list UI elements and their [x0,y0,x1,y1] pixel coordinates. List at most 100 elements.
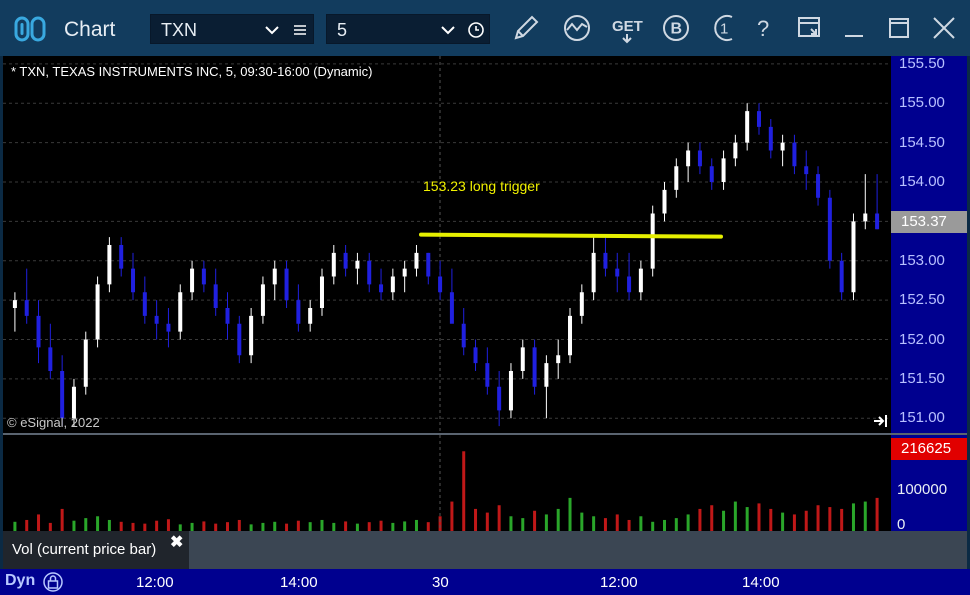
close-icon[interactable] [928,12,960,44]
candle-body [355,260,360,269]
window-title: Chart [64,18,116,41]
volume-bar [568,497,572,531]
indicator-strip: Vol (current price bar) ✖ [3,531,967,569]
volume-bar [733,501,737,531]
volume-bar [296,520,300,531]
volume-bar [273,521,277,531]
candle-body [827,197,832,261]
volume-bar [816,505,820,531]
volume-bar [722,510,726,531]
candle-body [237,323,242,356]
volume-bar [332,522,336,531]
trigger-line [419,232,723,239]
menu-icon[interactable] [291,21,309,39]
candle-body [414,252,419,269]
dyn-label[interactable]: Dyn [5,572,35,590]
interval-value[interactable]: 5 [337,20,347,41]
price-axis[interactable]: 155.50155.00154.50154.00153.50153.00152.… [891,54,967,434]
symbol-input[interactable]: TXN [150,14,314,44]
volume-bar [438,516,442,531]
volume-bar [202,521,206,531]
candle-body [556,355,561,364]
interval-input[interactable]: 5 [326,14,490,44]
volume-bar [450,501,454,531]
candle-body [249,315,254,356]
candle-body [568,315,573,356]
candle-body [107,245,112,285]
volume-bar [344,521,348,531]
time-tick-label: 30 [432,574,449,591]
volume-bar [592,516,596,531]
volume-bar [72,520,76,531]
volume-bar [651,521,655,531]
volume-bar [143,523,147,531]
volume-bar [403,521,407,531]
candle-body [851,221,856,293]
time-axis[interactable]: Dyn 12:00 14:00 30 12:00 14:00 [0,569,970,595]
candle-body [166,323,171,332]
volume-chart[interactable] [3,435,891,531]
candle-body [367,260,372,285]
get-icon[interactable]: GET [611,12,643,44]
pencil-icon[interactable] [510,12,542,44]
candle-body [627,276,632,293]
price-chart[interactable]: * TXN, TEXAS INSTRUMENTS INC, 5, 09:30-1… [3,56,891,434]
candle-body [603,252,608,269]
price-tick-label: 155.50 [899,54,945,72]
volume-bar [320,519,324,531]
volume-bar [556,508,560,531]
volume-bar [107,519,111,531]
symbol-value[interactable]: TXN [161,20,197,41]
indicator-legend[interactable]: Vol (current price bar) ✖ [3,531,189,569]
volume-bar [414,519,418,531]
logo-icon [14,16,46,42]
volume-plot[interactable] [3,435,891,531]
candle-body [426,252,431,277]
candle-body [709,166,714,182]
volume-bar [792,514,796,531]
volume-axis[interactable]: 216625 100000 0 [891,435,967,533]
candle-body [178,292,183,332]
study-icon[interactable] [561,12,593,44]
volume-bar [521,518,525,531]
jump-to-end-icon[interactable] [872,413,890,429]
volume-bar [851,503,855,531]
volume-bar [686,514,690,531]
svg-text:?: ? [757,16,769,41]
candle-body [839,260,844,293]
minimize-icon[interactable] [838,12,870,44]
chevron-down-icon[interactable] [439,21,457,39]
maximize-icon[interactable] [883,12,915,44]
volume-bar [25,519,29,531]
candle-body [319,276,324,308]
volume-bar [119,521,123,531]
volume-bar [308,522,312,531]
candle-body [24,300,29,316]
help-icon[interactable]: ? [748,12,780,44]
candle-body [733,142,738,159]
indicator-label: Vol (current price bar) [12,541,157,558]
volume-bar [462,451,466,531]
price-tick-label: 154.50 [899,133,945,151]
volume-bar [663,519,666,531]
price-plot[interactable] [3,56,891,434]
volume-bar [60,508,64,531]
volume-bar [355,523,359,531]
b-icon[interactable]: B [660,12,692,44]
candle-body [402,268,407,277]
volume-bar [828,507,832,531]
volume-bar [781,512,785,531]
volume-bar [155,520,159,531]
clock-icon[interactable] [467,21,485,39]
candle-body [792,142,797,167]
close-icon[interactable]: ✖ [170,532,183,552]
price-tick-label: 155.00 [899,94,945,112]
layout-icon[interactable] [794,12,826,44]
volume-bar [131,522,135,531]
t-icon[interactable]: 1 [708,12,740,44]
time-tick-label: 12:00 [136,574,174,591]
volume-bar [226,522,229,531]
lock-icon[interactable] [43,571,63,593]
candle-body [449,292,454,324]
chevron-down-icon[interactable] [263,21,281,39]
